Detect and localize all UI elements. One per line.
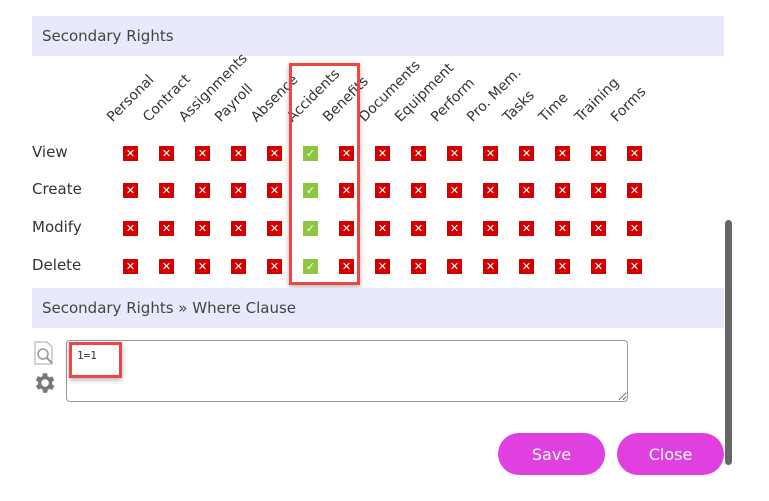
cross-icon[interactable]: ✕ <box>411 221 426 236</box>
row-label: Modify <box>32 218 82 236</box>
cross-icon[interactable]: ✕ <box>123 146 138 161</box>
row-label: View <box>32 143 68 161</box>
accidents-column-highlight <box>289 63 360 285</box>
cross-icon[interactable]: ✕ <box>483 221 498 236</box>
cross-icon[interactable]: ✕ <box>159 183 174 198</box>
cross-icon[interactable]: ✕ <box>627 221 642 236</box>
cross-icon[interactable]: ✕ <box>123 259 138 274</box>
cross-icon[interactable]: ✕ <box>267 259 282 274</box>
cross-icon[interactable]: ✕ <box>483 183 498 198</box>
cross-icon[interactable]: ✕ <box>627 146 642 161</box>
cross-icon[interactable]: ✕ <box>195 183 210 198</box>
cross-icon[interactable]: ✕ <box>591 259 606 274</box>
cross-icon[interactable]: ✕ <box>447 183 462 198</box>
save-button[interactable]: Save <box>498 433 605 475</box>
cross-icon[interactable]: ✕ <box>231 221 246 236</box>
cross-icon[interactable]: ✕ <box>627 259 642 274</box>
cross-icon[interactable]: ✕ <box>483 259 498 274</box>
cross-icon[interactable]: ✕ <box>519 259 534 274</box>
cross-icon[interactable]: ✕ <box>231 146 246 161</box>
cross-icon[interactable]: ✕ <box>627 183 642 198</box>
cross-icon[interactable]: ✕ <box>267 221 282 236</box>
cross-icon[interactable]: ✕ <box>267 146 282 161</box>
cross-icon[interactable]: ✕ <box>195 146 210 161</box>
cross-icon[interactable]: ✕ <box>231 183 246 198</box>
cross-icon[interactable]: ✕ <box>411 259 426 274</box>
cross-icon[interactable]: ✕ <box>159 221 174 236</box>
cross-icon[interactable]: ✕ <box>411 146 426 161</box>
cross-icon[interactable]: ✕ <box>411 183 426 198</box>
row-label: Create <box>32 180 82 198</box>
cross-icon[interactable]: ✕ <box>447 221 462 236</box>
cross-icon[interactable]: ✕ <box>195 221 210 236</box>
cross-icon[interactable]: ✕ <box>519 183 534 198</box>
row-label: Delete <box>32 256 82 274</box>
cross-icon[interactable]: ✕ <box>555 146 570 161</box>
cross-icon[interactable]: ✕ <box>375 259 390 274</box>
gear-icon[interactable] <box>31 370 57 396</box>
cross-icon[interactable]: ✕ <box>375 146 390 161</box>
cross-icon[interactable]: ✕ <box>123 183 138 198</box>
cross-icon[interactable]: ✕ <box>195 259 210 274</box>
cross-icon[interactable]: ✕ <box>591 146 606 161</box>
column-header: Time <box>535 89 572 126</box>
cross-icon[interactable]: ✕ <box>555 221 570 236</box>
cross-icon[interactable]: ✕ <box>375 221 390 236</box>
cross-icon[interactable]: ✕ <box>555 183 570 198</box>
cross-icon[interactable]: ✕ <box>375 183 390 198</box>
cross-icon[interactable]: ✕ <box>231 259 246 274</box>
cross-icon[interactable]: ✕ <box>159 146 174 161</box>
cross-icon[interactable]: ✕ <box>483 146 498 161</box>
cross-icon[interactable]: ✕ <box>447 259 462 274</box>
cross-icon[interactable]: ✕ <box>519 221 534 236</box>
cross-icon[interactable]: ✕ <box>519 146 534 161</box>
where-clause-header: Secondary Rights » Where Clause <box>32 288 724 328</box>
cross-icon[interactable]: ✕ <box>159 259 174 274</box>
where-clause-input[interactable]: 1=1 <box>66 340 628 402</box>
cross-icon[interactable]: ✕ <box>123 221 138 236</box>
close-button[interactable]: Close <box>617 433 724 475</box>
search-document-icon[interactable] <box>33 341 55 365</box>
where-value-highlight <box>69 342 122 378</box>
scrollbar[interactable] <box>725 220 732 465</box>
secondary-rights-header: Secondary Rights <box>32 16 724 56</box>
cross-icon[interactable]: ✕ <box>591 183 606 198</box>
cross-icon[interactable]: ✕ <box>555 259 570 274</box>
cross-icon[interactable]: ✕ <box>267 183 282 198</box>
cross-icon[interactable]: ✕ <box>591 221 606 236</box>
cross-icon[interactable]: ✕ <box>447 146 462 161</box>
